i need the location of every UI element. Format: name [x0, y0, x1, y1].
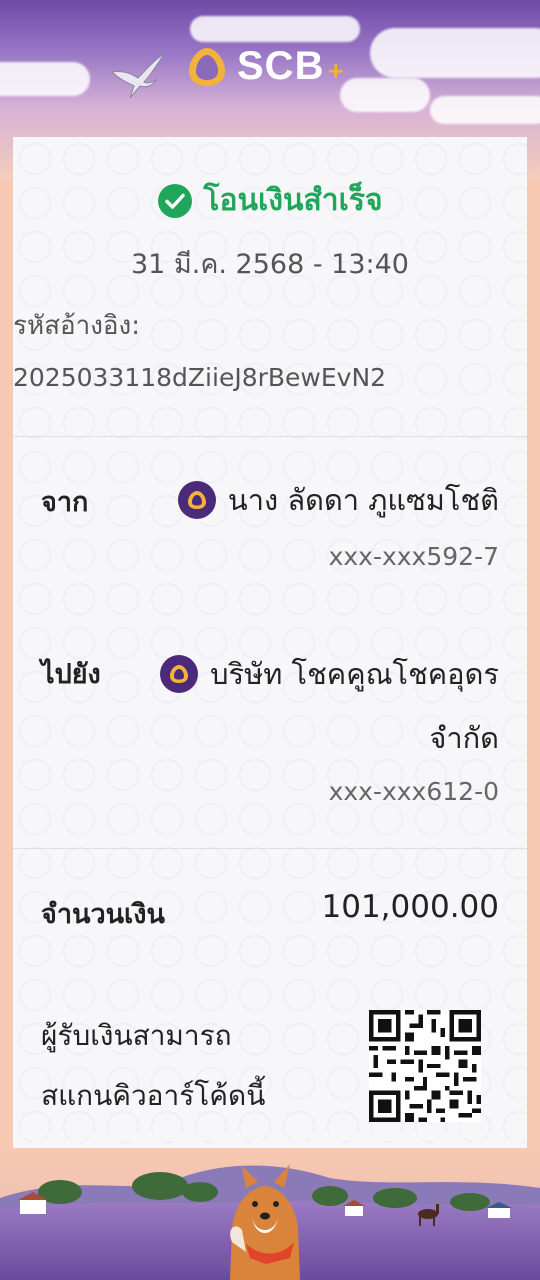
scb-bank-icon — [160, 655, 199, 693]
from-account: xxx-xxx592-7 — [328, 542, 499, 571]
brand-name: SCB — [237, 44, 325, 88]
bird-icon — [110, 53, 165, 99]
qr-note-line2: สแกนคิวอาร์โค้ดนี้ — [41, 1079, 266, 1112]
qr-code[interactable] — [369, 1010, 481, 1122]
status-text: โอนเงินสำเร็จ — [203, 183, 383, 218]
transfer-status: โอนเงินสำเร็จ — [13, 177, 527, 224]
from-party: นาง ลัดดา ภูแซมโชติ — [177, 477, 499, 523]
from-label: จาก — [41, 487, 89, 518]
cloud — [370, 28, 540, 78]
brand-plus: + — [326, 59, 345, 84]
scb-bank-icon — [177, 481, 216, 519]
amount-label: จำนวนเงิน — [41, 899, 165, 930]
from-name: นาง ลัดดา ภูแซมโชติ — [227, 483, 499, 517]
transfer-receipt: โอนเงินสำเร็จ 31 มี.ค. 2568 - 13:40 รหัส… — [13, 137, 527, 1149]
to-name-line2: จำกัด — [429, 721, 499, 755]
reference-value[interactable]: 2025033118dZiieJ8rBewEvN2 — [13, 363, 386, 392]
scb-logo: SCB + — [185, 44, 345, 89]
amount-value: 101,000.00 — [321, 889, 500, 925]
cloud — [190, 16, 360, 42]
to-account: xxx-xxx612-0 — [328, 777, 499, 806]
cloud — [430, 96, 540, 124]
divider — [13, 848, 527, 849]
cloud — [340, 78, 430, 112]
qr-note-line1: ผู้รับเงินสามารถ — [41, 1019, 232, 1052]
lavender-field-scenery — [0, 1148, 540, 1280]
check-circle-icon — [158, 183, 193, 218]
cloud — [0, 62, 90, 96]
transfer-datetime: 31 มี.ค. 2568 - 13:40 — [131, 249, 409, 280]
divider — [13, 436, 527, 437]
reference-label: รหัสอ้างอิง: — [13, 311, 140, 341]
to-label: ไปยัง — [41, 659, 101, 690]
to-party: บริษัท โชคคูณโชคอุดร — [160, 651, 499, 697]
scb-logo-icon — [189, 47, 225, 86]
to-name-line1: บริษัท โชคคูณโชคอุดร — [210, 657, 499, 691]
